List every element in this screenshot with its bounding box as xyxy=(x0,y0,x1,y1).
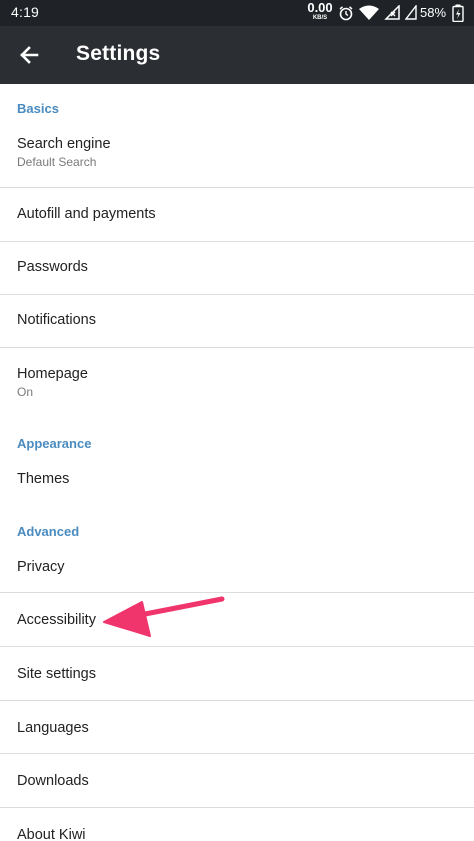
settings-item-label: Accessibility xyxy=(17,612,96,628)
section-header-appearance: Appearance xyxy=(17,436,92,451)
settings-item-downloads[interactable]: Downloads xyxy=(0,754,474,807)
settings-item-summary: Default Search xyxy=(17,155,97,169)
settings-item-passwords[interactable]: Passwords xyxy=(0,242,474,294)
settings-item-site-settings[interactable]: Site settings xyxy=(0,647,474,700)
back-arrow-icon[interactable] xyxy=(14,40,44,70)
alarm-icon xyxy=(338,5,354,26)
settings-item-label: Site settings xyxy=(17,666,96,682)
settings-item-privacy[interactable]: Privacy xyxy=(0,546,474,592)
network-speed: 0.00 KB/S xyxy=(306,1,334,21)
settings-item-autofill[interactable]: Autofill and payments xyxy=(0,188,474,241)
section-header-advanced: Advanced xyxy=(17,524,80,539)
settings-item-label: About Kiwi xyxy=(17,827,86,841)
battery-icon xyxy=(452,4,464,27)
settings-item-notifications[interactable]: Notifications xyxy=(0,295,474,347)
settings-item-label: Autofill and payments xyxy=(17,206,156,222)
status-bar: 4:19 0.00 KB/S 58% xyxy=(0,0,474,26)
section-header-basics: Basics xyxy=(17,101,59,116)
settings-item-label: Passwords xyxy=(17,259,88,275)
settings-item-languages[interactable]: Languages xyxy=(0,701,474,753)
signal-icon xyxy=(384,4,400,25)
settings-item-label: Homepage xyxy=(17,366,88,382)
settings-item-label: Themes xyxy=(17,471,70,487)
settings-item-label: Languages xyxy=(17,720,89,736)
settings-item-homepage[interactable]: Homepage On xyxy=(0,348,474,412)
settings-item-summary: On xyxy=(17,385,34,399)
settings-screen: 4:19 0.00 KB/S 58% Settings Basics Searc… xyxy=(0,0,474,841)
app-toolbar: Settings xyxy=(0,26,474,84)
settings-item-label: Notifications xyxy=(17,312,96,328)
status-time: 4:19 xyxy=(11,4,40,20)
settings-item-about[interactable]: About Kiwi xyxy=(0,808,474,841)
settings-item-accessibility[interactable]: Accessibility xyxy=(0,593,474,646)
battery-percent: 58% xyxy=(420,5,447,20)
settings-item-label: Search engine xyxy=(17,136,111,152)
wifi-icon xyxy=(358,4,380,26)
settings-item-themes[interactable]: Themes xyxy=(0,456,474,500)
settings-item-label: Privacy xyxy=(17,559,65,575)
settings-item-label: Downloads xyxy=(17,773,89,789)
annotation-arrow xyxy=(103,596,225,637)
page-title: Settings xyxy=(76,42,161,65)
network-speed-value: 0.00 xyxy=(307,0,333,15)
empty-signal-icon xyxy=(404,3,417,25)
settings-item-search-engine[interactable]: Search engine Default Search xyxy=(0,124,474,187)
network-speed-unit: KB/S xyxy=(312,15,328,21)
